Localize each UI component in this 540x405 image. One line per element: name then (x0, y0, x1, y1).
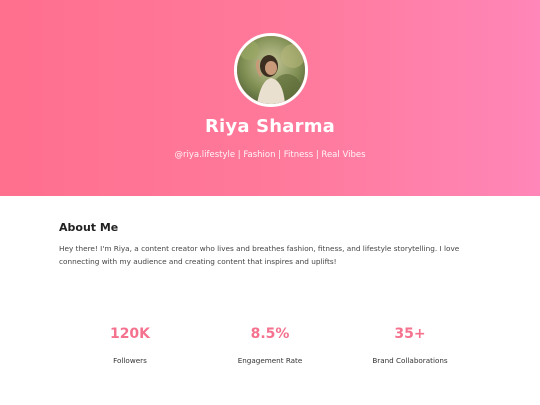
profile-header: Riya Sharma @riya.lifestyle | Fashion | … (0, 0, 540, 196)
about-text: Hey there! I'm Riya, a content creator w… (59, 244, 460, 266)
stat-engagement-rate: 8.5% Engagement Rate (200, 326, 340, 365)
stat-value: 120K (109, 326, 151, 342)
about-heading: About Me (59, 221, 119, 234)
stat-value: 35+ (394, 326, 426, 342)
stat-brand-collaborations: 35+ Brand Collaborations (340, 326, 480, 365)
stat-followers: 120K Followers (60, 326, 200, 365)
stat-label: Engagement Rate (237, 356, 303, 365)
stat-label: Followers (113, 356, 147, 365)
avatar-photo (237, 36, 305, 104)
stat-label: Brand Collaborations (372, 356, 448, 365)
profile-name: Riya Sharma (204, 116, 336, 137)
profile-tagline: @riya.lifestyle | Fashion | Fitness | Re… (174, 150, 366, 160)
stat-value: 8.5% (250, 326, 290, 342)
avatar (234, 33, 308, 107)
